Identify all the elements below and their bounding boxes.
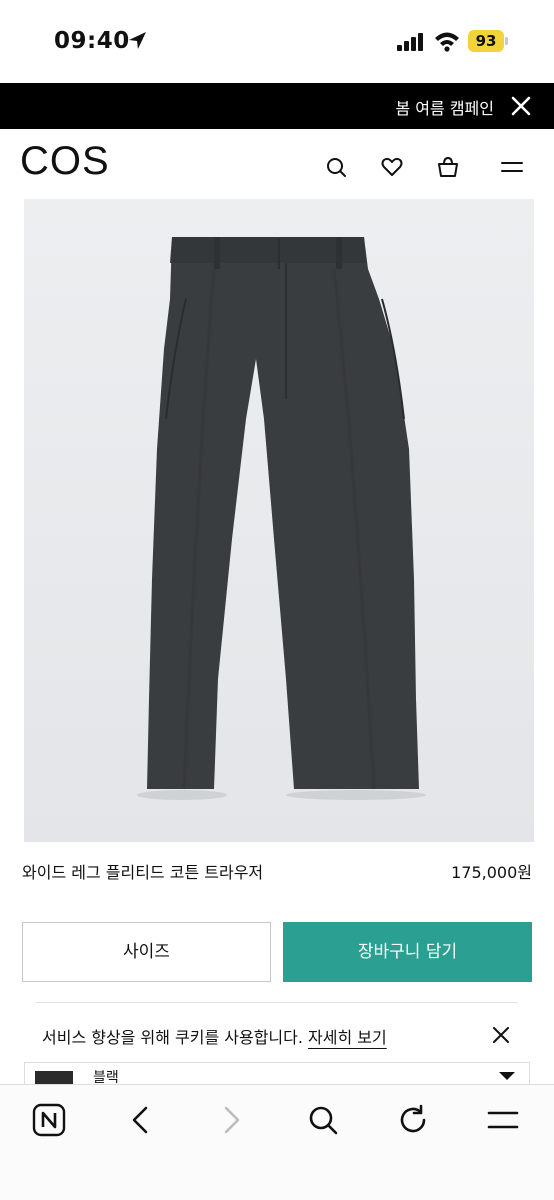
heart-icon[interactable]: [380, 155, 404, 179]
close-icon[interactable]: [510, 95, 532, 117]
reload-icon[interactable]: [396, 1103, 430, 1137]
cookie-message: 서비스 향상을 위해 쿠키를 사용합니다.: [42, 1028, 309, 1047]
menu-icon[interactable]: [486, 1103, 520, 1137]
product-price: 175,000원: [451, 863, 532, 882]
campaign-banner[interactable]: 봄 여름 캠페인: [0, 83, 554, 129]
location-arrow-icon: [129, 32, 146, 49]
menu-icon[interactable]: [500, 155, 524, 179]
back-icon[interactable]: [124, 1103, 158, 1137]
banner-text[interactable]: 봄 여름 캠페인: [396, 95, 495, 119]
caret-down-icon[interactable]: [499, 1072, 515, 1080]
color-swatch: [35, 1071, 73, 1085]
site-header: COS: [0, 129, 554, 199]
bag-icon[interactable]: [436, 155, 460, 179]
status-bar: 09:40 93: [0, 0, 554, 82]
divider: [36, 1002, 518, 1003]
color-selector[interactable]: 블랙: [24, 1062, 530, 1086]
add-to-cart-button[interactable]: 장바구니 담기: [283, 922, 532, 982]
battery-indicator: 93: [468, 30, 504, 52]
cellular-signal-icon: [397, 33, 423, 51]
forward-icon[interactable]: [214, 1103, 248, 1137]
cos-logo[interactable]: COS: [20, 139, 110, 184]
naver-icon[interactable]: [32, 1103, 66, 1137]
cookie-details-link[interactable]: 자세히 보기: [308, 1028, 387, 1047]
search-icon[interactable]: [306, 1103, 340, 1137]
search-icon[interactable]: [324, 155, 348, 179]
product-image[interactable]: [24, 199, 534, 842]
product-name: 와이드 레그 플리티드 코튼 트라우저: [22, 863, 264, 882]
size-button[interactable]: 사이즈: [22, 922, 271, 982]
browser-toolbar: [0, 1084, 554, 1200]
cookie-text: 서비스 향상을 위해 쿠키를 사용합니다. 자세히 보기: [42, 1024, 387, 1048]
trousers-illustration: [24, 199, 534, 842]
status-time: 09:40: [54, 28, 130, 54]
battery-nub: [505, 37, 508, 45]
wifi-icon: [435, 32, 459, 52]
close-icon[interactable]: [490, 1024, 512, 1046]
